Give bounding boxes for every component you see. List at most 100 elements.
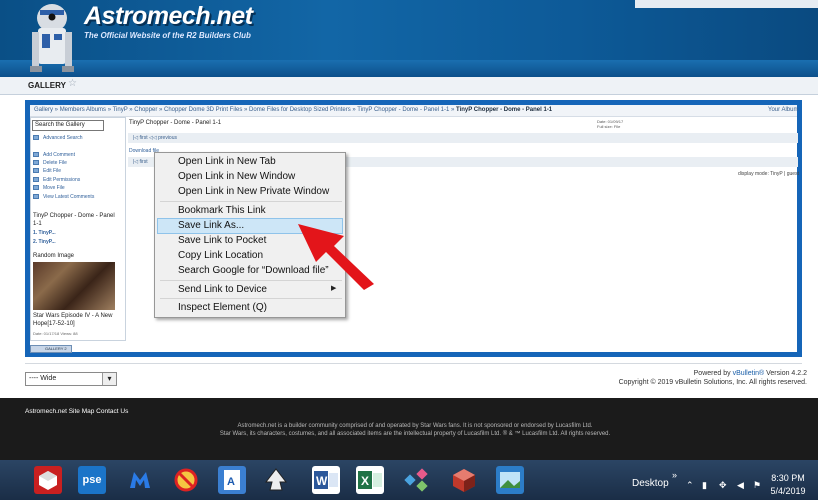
powered-by: Powered by vBulletin® Version 4.2.2 Copy… (600, 369, 807, 387)
album-item-link[interactable]: 2. TinyP... (33, 239, 56, 245)
pager-previous-link[interactable]: previous (158, 135, 177, 141)
site-tagline: The Official Website of the R2 Builders … (84, 31, 251, 40)
desktop-toolbar-label[interactable]: Desktop (632, 478, 669, 489)
menu-item-send-to-device[interactable]: Send Link to Device (178, 284, 267, 295)
disclaimer-line: Star Wars, its characters, costumes, and… (219, 431, 611, 437)
clock[interactable]: 8:30 PM 5/4/2019 (768, 472, 808, 498)
edit-icon (33, 168, 39, 173)
excel-icon[interactable]: X (356, 466, 384, 494)
menu-item-open-new-window[interactable]: Open Link in New Window (178, 171, 295, 182)
clock-time: 8:30 PM (771, 473, 805, 483)
powered-by-version: Version 4.2.2 (764, 370, 807, 377)
site-logo-text[interactable]: Astromech.net (84, 2, 253, 31)
footer-links[interactable]: Astromech.net Site Map Contact Us (25, 408, 128, 415)
menu-separator (160, 298, 342, 299)
breadcrumb-item[interactable]: Chopper Dome 3D Print Files (164, 107, 242, 113)
blocked-icon[interactable] (172, 466, 200, 494)
random-image-heading: Random Image (33, 253, 75, 259)
word-viewer-icon[interactable]: A (218, 466, 246, 494)
display-mode-text: display mode: TinyP | guest (738, 171, 799, 177)
view-latest-comments-link[interactable]: View Latest Comments (43, 194, 94, 200)
menu-item-bookmark-link[interactable]: Bookmark This Link (178, 205, 266, 216)
inkscape-icon[interactable] (262, 466, 290, 494)
pager-bottom: |◁ first (133, 159, 148, 165)
pager-first-link[interactable]: first (140, 159, 148, 165)
breadcrumb-item[interactable]: Gallery (34, 107, 53, 113)
advanced-search-link[interactable]: Advanced Search (43, 135, 82, 141)
move-icon (33, 185, 39, 190)
disclaimer-line: Astromech.net is a builder community com… (237, 423, 593, 429)
menu-item-open-new-tab[interactable]: Open Link in New Tab (178, 156, 276, 167)
comments-icon (33, 194, 39, 199)
pse-icon[interactable]: pse (78, 466, 106, 494)
red-pointer-arrow-icon (296, 222, 376, 292)
album-title: TinyP Chopper - Dome - Panel 1-1 (33, 213, 115, 227)
word-icon[interactable]: W (312, 466, 340, 494)
search-gallery-input[interactable]: Search the Gallery (32, 120, 104, 131)
first-icon[interactable]: |◁ (133, 159, 138, 165)
random-image-caption[interactable]: Star Wars Episode IV - A New Hope[17-52-… (33, 312, 121, 328)
add-comment-link[interactable]: Add Comment (43, 152, 75, 158)
your-album-link[interactable]: Your Album (768, 107, 798, 113)
breadcrumb-current: TinyP Chopper - Dome - Panel 1-1 (456, 107, 553, 113)
network-icon[interactable] (402, 466, 430, 494)
comment-icon (33, 152, 39, 157)
menu-separator (160, 201, 342, 202)
edit-file-link[interactable]: Edit File (43, 168, 61, 174)
r2d2-logo-icon[interactable] (28, 2, 76, 74)
item-size: Full size: File (597, 124, 621, 129)
dropbox-icon[interactable]: ✥ (719, 480, 727, 491)
pager-row-top (128, 133, 798, 143)
first-icon[interactable]: |◁ (133, 135, 138, 141)
gallery-badge[interactable]: GALLERY 2 (30, 345, 72, 353)
breadcrumb-item[interactable]: Members Albums (60, 107, 106, 113)
delete-file-link[interactable]: Delete File (43, 160, 67, 166)
chevron-down-icon[interactable]: ▾ (102, 373, 116, 385)
3d-object-icon[interactable] (450, 466, 478, 494)
breadcrumb-item[interactable]: Dome Files for Desktop Sized Printers (249, 107, 351, 113)
breadcrumb-item[interactable]: Chopper (134, 107, 157, 113)
svg-text:W: W (316, 474, 328, 488)
move-file-link[interactable]: Move File (43, 185, 65, 191)
clock-date: 5/4/2019 (770, 486, 806, 496)
menu-item-copy-link-location[interactable]: Copy Link Location (178, 250, 263, 261)
random-image-meta: Date: 01/17/18 Views: 88 (33, 331, 78, 336)
nav-gallery-tab[interactable]: GALLERY (28, 81, 66, 90)
edit-permissions-link[interactable]: Edit Permissions (43, 177, 80, 183)
breadcrumb-item[interactable]: TinyP (113, 107, 128, 113)
powered-by-prefix: Powered by (693, 370, 733, 377)
top-banner-strip (635, 0, 818, 8)
sketchup-icon[interactable] (34, 466, 62, 494)
menu-item-save-link-as[interactable]: Save Link As... (178, 220, 244, 231)
malwarebytes-icon[interactable] (126, 466, 154, 494)
pager-top: |◁ first ◁◁ previous (133, 135, 177, 141)
search-icon (33, 135, 39, 140)
tray-chevron-up-icon[interactable]: ⌃ (686, 480, 694, 491)
delete-icon (33, 160, 39, 165)
chevron-right-icon[interactable]: » (672, 470, 677, 480)
copyright-text: Copyright © 2019 vBulletin Solutions, In… (618, 379, 807, 386)
album-item-link[interactable]: 1. TinyP... (33, 230, 56, 236)
footer-divider (25, 363, 802, 364)
photo-viewer-icon[interactable] (496, 466, 524, 494)
network-signal-icon[interactable]: ▮ (702, 480, 707, 491)
navbar (0, 77, 818, 95)
random-image-thumbnail[interactable] (33, 262, 115, 310)
speaker-icon[interactable]: ◀ (737, 480, 744, 491)
svg-text:A: A (227, 476, 235, 488)
permissions-icon (33, 177, 39, 182)
notification-flag-icon[interactable]: ⚑ (753, 480, 761, 491)
pager-first-link[interactable]: first (140, 135, 148, 141)
footer-disclaimer: Astromech.net is a builder community com… (120, 422, 710, 438)
previous-icon[interactable]: ◁◁ (149, 135, 157, 141)
breadcrumb-item[interactable]: TinyP Chopper - Dome - Panel 1-1 (357, 107, 449, 113)
menu-item-open-private-window[interactable]: Open Link in New Private Window (178, 186, 329, 197)
svg-text:X: X (361, 474, 369, 488)
menu-item-save-to-pocket[interactable]: Save Link to Pocket (178, 235, 266, 246)
star-icon[interactable]: ☆ (68, 78, 77, 89)
vbulletin-link[interactable]: vBulletin® (733, 370, 765, 377)
menu-item-inspect-element[interactable]: Inspect Element (Q) (178, 302, 267, 313)
breadcrumb: Gallery » Members Albums » TinyP » Chopp… (34, 107, 553, 113)
item-title: TinyP Chopper - Dome - Panel 1-1 (129, 120, 222, 126)
item-date-info: Date: 01/09/17 Full size: File (597, 119, 623, 129)
